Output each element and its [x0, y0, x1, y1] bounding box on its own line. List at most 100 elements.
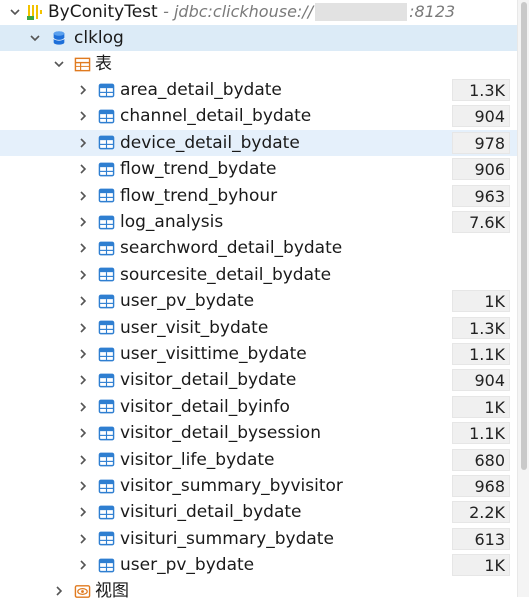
table-node[interactable]: searchword_detail_bydate — [0, 235, 517, 261]
chevron-right-icon[interactable] — [76, 241, 90, 255]
row-count-badge: 680 — [452, 448, 510, 471]
database-navigator-tree: ByConityTest - jdbc:clickhouse:// :8123 c… — [0, 0, 529, 601]
table-node[interactable]: flow_trend_byhour 963 — [0, 183, 517, 209]
table-node[interactable]: visitor_detail_bysession 1.1K — [0, 420, 517, 446]
row-count-badge: 904 — [452, 105, 510, 128]
scrollbar-thumb[interactable] — [521, 2, 527, 470]
table-node[interactable]: visituri_summary_bydate 613 — [0, 526, 517, 552]
table-name: visitor_detail_bydate — [120, 370, 297, 391]
table-name: user_pv_bydate — [120, 291, 255, 312]
row-count-badge: 1.1K — [452, 422, 510, 445]
chevron-right-icon[interactable] — [76, 189, 90, 203]
table-name: flow_trend_bydate — [120, 159, 277, 180]
database-icon — [50, 29, 68, 47]
table-node[interactable]: user_pv_bydate 1K — [0, 552, 517, 578]
table-node[interactable]: sourcesite_detail_bydate — [0, 262, 517, 288]
chevron-right-icon[interactable] — [76, 294, 90, 308]
table-node[interactable]: user_visittime_bydate 1.1K — [0, 341, 517, 367]
chevron-right-icon[interactable] — [76, 479, 90, 493]
connection-name: ByConityTest — [48, 2, 158, 22]
chevron-down-icon[interactable] — [8, 5, 22, 19]
table-node[interactable]: visituri_detail_bydate 2.2K — [0, 499, 517, 525]
connection-url-prefix: - jdbc:clickhouse:// — [163, 2, 314, 21]
database-name: clklog — [74, 28, 124, 48]
table-name: searchword_detail_bydate — [120, 238, 343, 259]
table-icon — [97, 292, 115, 310]
table-name: log_analysis — [120, 212, 224, 232]
row-count-badge: 1.1K — [452, 343, 510, 365]
table-node[interactable]: user_visit_bydate 1.3K — [0, 315, 517, 341]
table-name: channel_detail_bydate — [120, 106, 312, 127]
views-folder-label: 视图 — [95, 581, 129, 601]
table-icon — [97, 319, 115, 337]
views-folder-node[interactable]: 视图 — [0, 578, 517, 604]
table-node[interactable]: channel_detail_bydate 904 — [0, 103, 517, 129]
table-icon — [97, 398, 115, 416]
table-icon — [97, 503, 115, 521]
database-node[interactable]: clklog — [0, 25, 517, 51]
chevron-right-icon[interactable] — [76, 347, 90, 361]
redacted-host — [315, 3, 408, 21]
table-icon — [97, 451, 115, 469]
chevron-right-icon[interactable] — [76, 136, 90, 150]
chevron-right-icon[interactable] — [76, 558, 90, 572]
chevron-right-icon[interactable] — [76, 215, 90, 229]
row-count-badge: 1.3K — [452, 79, 510, 101]
table-node[interactable]: visitor_life_bydate 680 — [0, 447, 517, 473]
table-name: visituri_detail_bydate — [120, 502, 302, 523]
table-name: user_visit_bydate — [120, 317, 269, 338]
table-icon — [97, 371, 115, 389]
chevron-right-icon[interactable] — [76, 505, 90, 519]
table-icon — [97, 81, 115, 99]
row-count-badge: 963 — [452, 184, 510, 207]
chevron-right-icon[interactable] — [76, 109, 90, 123]
connection-url-suffix: :8123 — [409, 2, 456, 21]
row-count-badge: 2.2K — [452, 501, 510, 524]
chevron-right-icon[interactable] — [76, 268, 90, 282]
tables-folder-label: 表 — [95, 54, 112, 74]
table-node[interactable]: visitor_summary_byvisitor 968 — [0, 473, 517, 499]
chevron-right-icon[interactable] — [76, 83, 90, 97]
table-node[interactable]: visitor_detail_byinfo 1K — [0, 394, 517, 420]
table-name: sourcesite_detail_bydate — [120, 264, 332, 285]
chevron-right-icon[interactable] — [76, 400, 90, 414]
table-name: device_detail_bydate — [120, 132, 300, 153]
views-folder-icon — [73, 582, 91, 600]
table-icon — [97, 266, 115, 284]
table-node[interactable]: device_detail_bydate 978 — [0, 129, 517, 156]
chevron-right-icon[interactable] — [76, 321, 90, 335]
table-name: user_visittime_bydate — [120, 344, 307, 364]
row-count-badge: 1.3K — [452, 316, 510, 339]
chevron-down-icon[interactable] — [52, 57, 66, 71]
chevron-right-icon[interactable] — [76, 373, 90, 387]
table-node[interactable]: flow_trend_bydate 906 — [0, 156, 517, 182]
table-node[interactable]: user_pv_bydate 1K — [0, 288, 517, 314]
table-icon — [97, 424, 115, 442]
row-count-badge: 978 — [452, 131, 510, 154]
connection-node[interactable]: ByConityTest - jdbc:clickhouse:// :8123 — [0, 0, 517, 25]
row-count-badge: 904 — [452, 369, 510, 392]
chevron-right-icon[interactable] — [52, 584, 66, 598]
chevron-down-icon[interactable] — [28, 31, 42, 45]
tables-folder-node[interactable]: 表 — [0, 51, 517, 77]
table-node[interactable]: visitor_detail_bydate 904 — [0, 367, 517, 393]
table-name: user_pv_bydate — [120, 555, 255, 576]
vertical-scrollbar[interactable] — [517, 0, 529, 597]
table-icon — [97, 107, 115, 125]
table-name: visitor_summary_byvisitor — [120, 476, 343, 496]
clickhouse-connection-icon — [26, 3, 44, 21]
chevron-right-icon[interactable] — [76, 162, 90, 176]
row-count-badge: 968 — [452, 475, 510, 497]
table-name: visitor_life_bydate — [120, 449, 275, 470]
table-icon — [97, 187, 115, 205]
chevron-right-icon[interactable] — [76, 453, 90, 467]
table-node[interactable]: area_detail_bydate 1.3K — [0, 77, 517, 103]
chevron-right-icon[interactable] — [76, 426, 90, 440]
table-icon — [97, 477, 115, 495]
row-count-badge: 613 — [452, 527, 510, 550]
table-icon — [97, 239, 115, 257]
table-name: visitor_detail_byinfo — [120, 396, 290, 417]
table-node[interactable]: log_analysis 7.6K — [0, 209, 517, 235]
table-icon — [97, 160, 115, 178]
chevron-right-icon[interactable] — [76, 532, 90, 546]
